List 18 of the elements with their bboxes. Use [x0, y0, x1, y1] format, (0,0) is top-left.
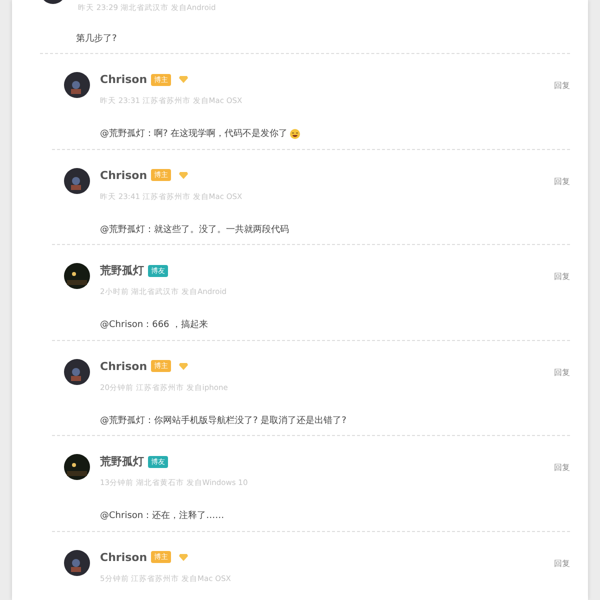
comment-text: @荒野孤灯：就这些了。没了。一共就两段代码 [100, 224, 290, 236]
comment-text: 第几步了? [76, 32, 118, 45]
comment-text: @Chrison：还在，注释了…… [100, 510, 226, 522]
reply-link[interactable]: 回复 [554, 366, 570, 378]
comment-text: @荒野孤灯：你网站手机版导航栏没了? 是取消了还是出错了? [100, 414, 348, 426]
reply-link[interactable]: 回复 [554, 462, 570, 473]
comment-text: @Chrison：666 ，搞起来 [100, 318, 210, 331]
reply-link[interactable]: 回复 [554, 271, 570, 282]
user-name[interactable]: 荒野孤灯 [100, 263, 144, 278]
comment-text: @荒野孤灯：啊? 在这现学啊，代码不是发你了 [100, 127, 570, 140]
user-name[interactable]: 荒野孤灯 [100, 454, 144, 469]
reply-link[interactable]: 回复 [554, 80, 570, 91]
user-name[interactable]: Chrison [100, 168, 148, 182]
user-name[interactable]: Chrison [100, 550, 148, 564]
user-name[interactable]: Chrison [100, 360, 148, 372]
reply-link[interactable]: 回复 [554, 176, 570, 186]
user-name[interactable]: Chrison [100, 73, 148, 86]
reply-link[interactable]: 回复 [554, 558, 570, 568]
